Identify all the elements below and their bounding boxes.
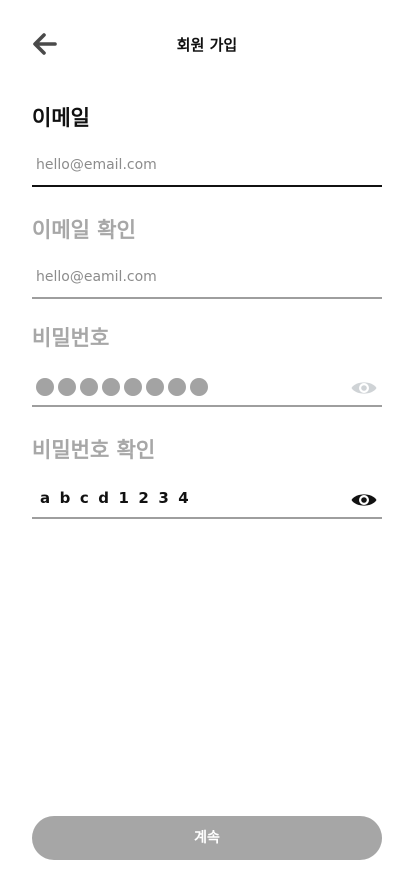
- password-mask-dot: [146, 378, 164, 396]
- eye-icon[interactable]: [350, 379, 378, 397]
- email-field[interactable]: hello@email.com: [32, 151, 382, 187]
- password-mask-dot: [58, 378, 76, 396]
- password-label: 비밀번호: [32, 326, 110, 350]
- password-confirm-value: abcd1234: [40, 489, 199, 507]
- email-confirm-section: 이메일 확인 hello@eamil.com: [32, 216, 382, 299]
- password-confirm-label: 비밀번호 확인: [32, 438, 156, 462]
- email-confirm-field[interactable]: hello@eamil.com: [32, 263, 382, 299]
- continue-button[interactable]: 계속: [32, 816, 382, 860]
- signup-screen: 회원 가입 이메일 hello@email.com 이메일 확인 hello@e…: [0, 0, 414, 896]
- header: 회원 가입: [0, 22, 414, 66]
- password-mask: [36, 378, 208, 396]
- password-mask-dot: [124, 378, 142, 396]
- email-value: hello@email.com: [36, 157, 157, 173]
- email-label: 이메일: [32, 106, 90, 130]
- password-confirm-field[interactable]: abcd1234: [32, 483, 382, 519]
- page-title: 회원 가입: [176, 36, 238, 54]
- password-mask-dot: [190, 378, 208, 396]
- password-mask-dot: [36, 378, 54, 396]
- password-mask-dot: [168, 378, 186, 396]
- password-section: 비밀번호: [32, 324, 382, 407]
- email-confirm-value: hello@eamil.com: [36, 269, 157, 285]
- password-mask-dot: [80, 378, 98, 396]
- password-field[interactable]: [32, 371, 382, 407]
- email-section: 이메일 hello@email.com: [32, 104, 382, 187]
- email-confirm-label: 이메일 확인: [32, 218, 136, 242]
- password-confirm-section: 비밀번호 확인 abcd1234: [32, 436, 382, 519]
- password-mask-dot: [102, 378, 120, 396]
- eye-icon[interactable]: [350, 491, 378, 509]
